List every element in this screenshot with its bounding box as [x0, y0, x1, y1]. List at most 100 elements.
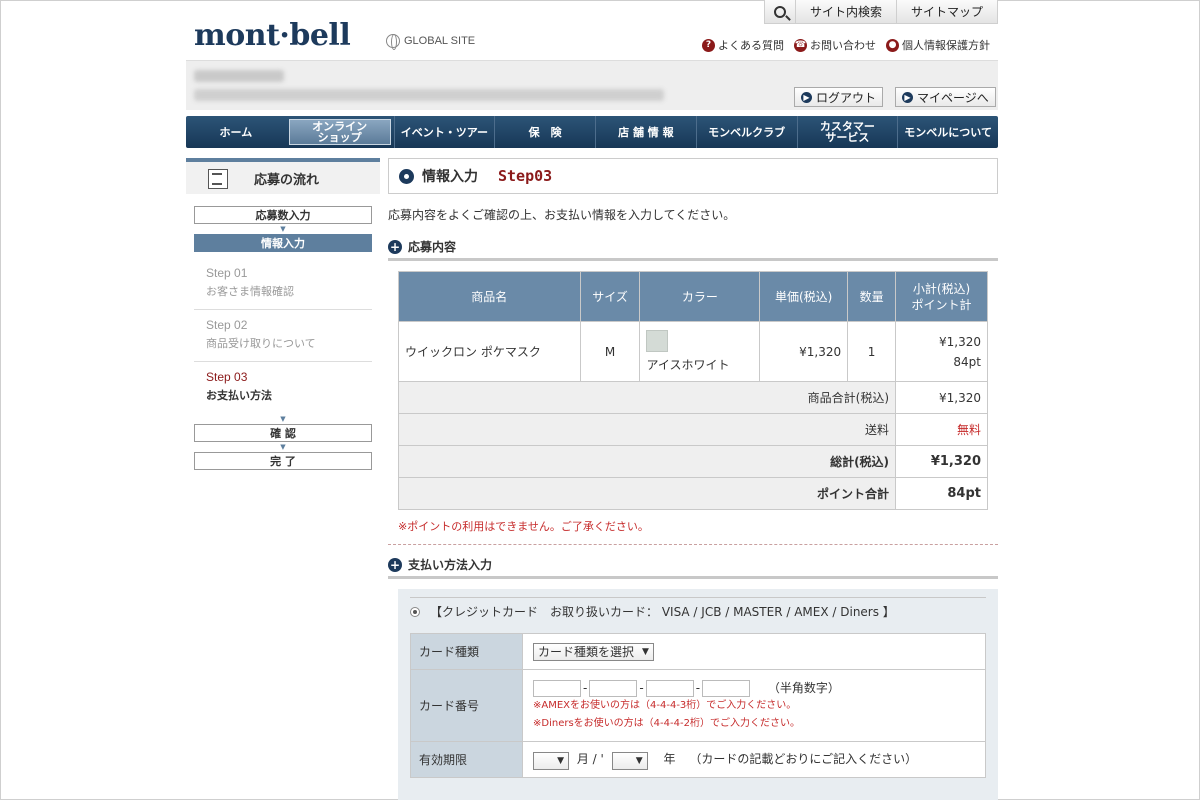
- credit-card-option[interactable]: 【クレジットカード お取り扱いカード： VISA / JCB / MASTER …: [410, 597, 986, 625]
- card-number-field-3[interactable]: [645, 679, 694, 697]
- site-map-link[interactable]: サイトマップ: [895, 0, 997, 23]
- section-application-details: + 応募内容: [388, 239, 998, 261]
- nav-home[interactable]: ホーム: [186, 116, 286, 148]
- phone-icon: ☎: [794, 38, 807, 52]
- card-type-select-value: カード種類を選択: [538, 645, 635, 659]
- card-number-field-2[interactable]: [589, 679, 638, 697]
- item-points: 84pt: [953, 354, 981, 369]
- card-type-select[interactable]: カード種類を選択 ▼: [533, 642, 654, 661]
- separator: -: [639, 680, 644, 695]
- sub-step-number: Step 02: [206, 318, 248, 332]
- item-color: アイスホワイト: [646, 358, 730, 372]
- card-number-hint: （半角数字）: [767, 680, 840, 695]
- page-step: Step03: [498, 167, 553, 185]
- summary-row: 総計(税込) ¥1,320: [397, 445, 988, 478]
- expiry-cell: ▼ 月 / ' ▼ 年 （カードの記載どおりにご記入ください）: [522, 741, 986, 778]
- main-content: 情報入力 Step03 応募内容をよくご確認の上、お支払い情報を入力してください…: [388, 158, 998, 800]
- summary-label: 商品合計(税込): [397, 381, 897, 414]
- privacy-label: 個人情報保護方針: [902, 39, 990, 52]
- logout-button[interactable]: ▶ ログアウト: [794, 87, 884, 107]
- card-number-label: カード番号: [410, 669, 523, 742]
- nav-online-shop[interactable]: オンライン ショップ: [288, 119, 391, 145]
- person-icon: ●: [886, 38, 899, 52]
- blurred-user-details: [194, 89, 664, 101]
- sub-step-02: Step 02 商品受け取りについて: [194, 310, 372, 362]
- nav-events-tours[interactable]: イベント・ツアー: [393, 116, 495, 148]
- site-search-link[interactable]: サイト内検索: [794, 0, 896, 23]
- nav-insurance[interactable]: 保 険: [494, 116, 595, 148]
- flow-step-complete: 完 了: [194, 452, 372, 470]
- flow-step-quantity: 応募数入力: [194, 206, 372, 224]
- arrow-right-icon: ▶: [801, 91, 812, 103]
- logout-label: ログアウト: [816, 90, 877, 105]
- contact-link[interactable]: ☎ お問い合わせ: [794, 37, 876, 53]
- globe-icon: [386, 34, 400, 50]
- separator: -: [583, 680, 588, 695]
- nav-label: 保 険: [528, 125, 562, 139]
- global-site-link[interactable]: GLOBAL SITE: [386, 34, 475, 50]
- item-quantity: 1: [847, 321, 897, 382]
- summary-value: 無料: [895, 413, 988, 446]
- nav-stores[interactable]: 店 舗 情 報: [595, 116, 696, 148]
- contact-label: お問い合わせ: [810, 39, 876, 52]
- top-utility-bar: サイト内検索 サイトマップ: [763, 0, 998, 24]
- montbell-logo[interactable]: mont·bell: [194, 18, 351, 53]
- summary-value: ¥1,320: [895, 381, 988, 414]
- summary-row: 商品合計(税込) ¥1,320: [397, 381, 988, 414]
- amex-note: ※AMEXをお使いの方は（4-4-4-3桁）でご入力ください。: [533, 699, 797, 711]
- nav-label: モンベルクラブ: [708, 125, 786, 139]
- card-number-field-1[interactable]: [533, 679, 581, 697]
- plus-icon: +: [388, 239, 402, 254]
- item-name: ウイックロン ポケマスク: [398, 321, 581, 382]
- expiry-month-select[interactable]: ▼: [533, 751, 569, 770]
- summary-value: 84pt: [895, 477, 988, 510]
- down-arrow-icon: ▼: [280, 415, 286, 423]
- credit-card-radio[interactable]: [410, 606, 420, 617]
- down-arrow-icon: ▼: [280, 443, 286, 451]
- expiry-row: 有効期限 ▼ 月 / ' ▼ 年 （カードの記載どおりにご記入ください）: [410, 741, 986, 778]
- blurred-user-name: [194, 70, 284, 82]
- search-button[interactable]: [765, 0, 795, 23]
- col-header: カラー: [639, 271, 761, 322]
- summary-value: ¥1,320: [895, 445, 988, 478]
- sub-step-number: Step 03: [206, 370, 248, 384]
- nav-label: ホーム: [219, 125, 253, 139]
- payment-form-table: カード種類 カード種類を選択 ▼ カード番号 --- （半角数字） ※AMEXを…: [410, 633, 986, 778]
- nav-label: 店 舗 情 報: [618, 125, 674, 139]
- section-payment-method: + 支払い方法入力: [388, 557, 998, 579]
- payment-box: 【クレジットカード お取り扱いカード： VISA / JCB / MASTER …: [398, 589, 998, 800]
- item-color-cell: アイスホワイト: [639, 321, 761, 382]
- dropdown-caret-icon: ▼: [557, 755, 564, 766]
- sub-step-number: Step 01: [206, 266, 248, 280]
- flow-step-info-current: 情報入力: [194, 234, 372, 252]
- nav-club[interactable]: モンベルクラブ: [695, 116, 797, 148]
- question-icon: ?: [702, 38, 715, 52]
- user-info-bar: ▶ ログアウト ▶ マイページへ: [186, 60, 998, 110]
- mypage-button[interactable]: ▶ マイページへ: [895, 87, 996, 107]
- down-arrow-icon: ▼: [280, 225, 286, 233]
- credit-card-option-label: 【クレジットカード お取り扱いカード： VISA / JCB / MASTER …: [430, 605, 895, 619]
- nav-customer-service[interactable]: カスタマー サービス: [796, 116, 898, 148]
- card-number-cell: - - - （半角数字） ※AMEXをお使いの方は（4-4-4-3桁）でご入力くださ…: [522, 669, 986, 742]
- card-type-cell: カード種類を選択 ▼: [522, 633, 986, 670]
- arrow-right-icon: ▶: [902, 91, 913, 103]
- item-price: ¥1,320: [759, 321, 849, 382]
- card-number-field-4[interactable]: [702, 679, 751, 697]
- item-subtotal: ¥1,320: [939, 334, 981, 349]
- sub-step-01: Step 01 お客さま情報確認: [194, 258, 372, 310]
- expiry-label: 有効期限: [410, 741, 523, 778]
- table-header-row: 商品名 サイズ カラー 単価(税込) 数量 小計(税込) ポイント計: [398, 271, 988, 322]
- separator: -: [695, 680, 701, 695]
- col-header: 単価(税込): [759, 271, 849, 322]
- expiry-year-select[interactable]: ▼: [611, 751, 648, 770]
- sub-step-03-current: Step 03 お支払い方法: [194, 362, 372, 414]
- nav-about[interactable]: モンベルについて: [897, 116, 998, 148]
- page-title: 情報入力: [422, 169, 478, 185]
- card-number-inputs: - - - （半角数字）: [533, 679, 975, 697]
- sub-steps: Step 01 お客さま情報確認 Step 02 商品受け取りについて Step…: [194, 258, 372, 414]
- dropdown-caret-icon: ▼: [642, 646, 649, 657]
- page-title-box: 情報入力 Step03: [388, 158, 998, 194]
- faq-link[interactable]: ? よくある質問: [702, 37, 784, 53]
- sub-step-text: 商品受け取りについて: [206, 338, 316, 350]
- privacy-link[interactable]: ● 個人情報保護方針: [886, 37, 990, 53]
